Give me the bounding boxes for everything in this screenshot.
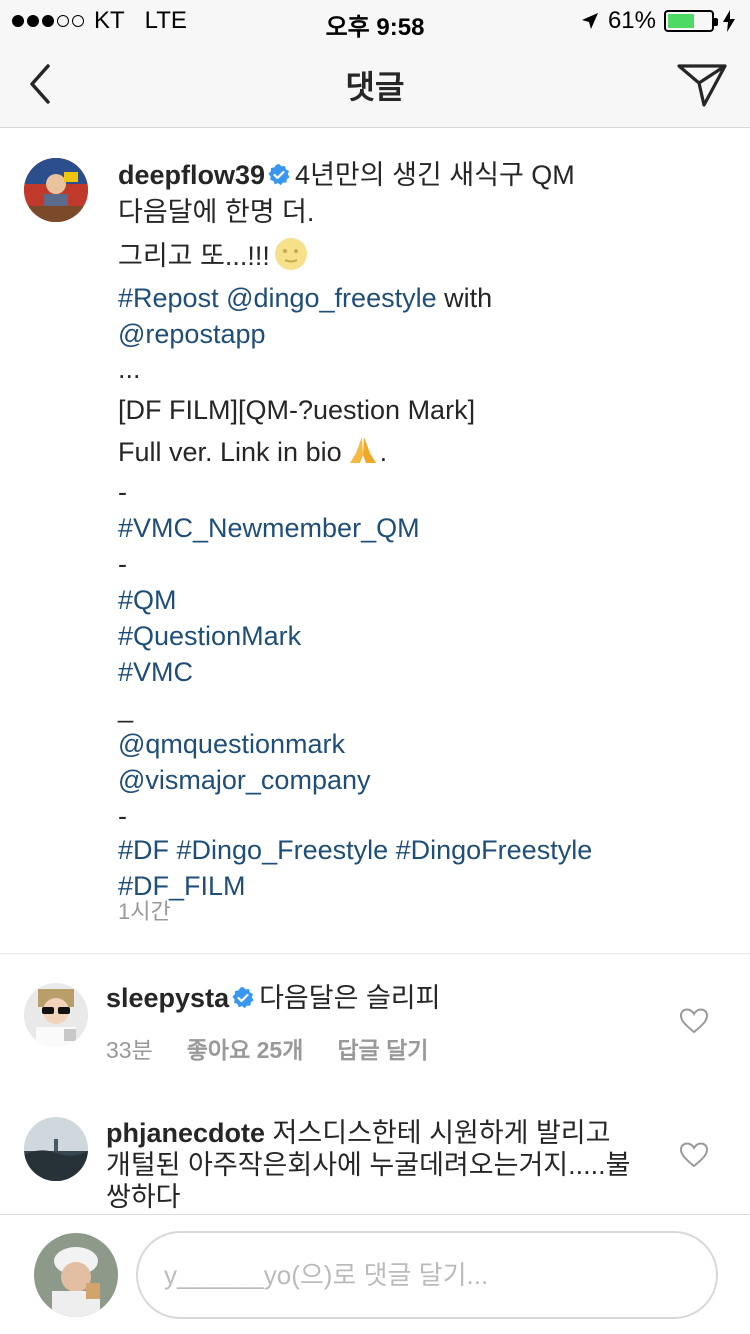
profile-photo-icon bbox=[24, 158, 88, 222]
caption-ellipsis: ... bbox=[118, 354, 141, 384]
comment-item: phjanecdote 저스디스한테 시원하게 발리고 개털된 아주작은회사에 … bbox=[0, 1090, 750, 1214]
caption-repostapp-mention[interactable]: @repostapp bbox=[118, 318, 718, 354]
profile-photo-icon bbox=[34, 1233, 118, 1317]
comment-text-line-3: 쌍하다 bbox=[106, 1182, 181, 1212]
caption-repost-tags[interactable]: #Repost @dingo_freestyle bbox=[118, 283, 437, 313]
caption-line-1: 4년만의 생긴 새식구 QM bbox=[295, 160, 575, 190]
share-button[interactable] bbox=[676, 60, 728, 110]
battery-percent: 61% bbox=[607, 7, 656, 34]
comment-item: sleepysta 다음달은 슬리피 33분 좋아요 25개 답글 달기 bbox=[0, 955, 750, 1085]
comment-username[interactable]: phjanecdote bbox=[106, 1118, 265, 1148]
battery-level bbox=[668, 14, 694, 28]
caption-mention-vismajor[interactable]: @vismajor_company bbox=[118, 762, 718, 798]
comment-meta: 33분 좋아요 25개 답글 달기 bbox=[106, 1031, 428, 1065]
comment-composer bbox=[0, 1214, 750, 1334]
avatar[interactable] bbox=[24, 1117, 88, 1181]
caption-tag-qm[interactable]: #QM bbox=[118, 582, 718, 618]
comment-username[interactable]: sleepysta bbox=[106, 983, 229, 1013]
comment-text-line-1: 저스디스한테 시원하게 발리고 bbox=[272, 1118, 611, 1148]
caption-tags-dingo[interactable]: #DF #Dingo_Freestyle #DingoFreestyle bbox=[118, 834, 718, 870]
verified-badge-icon bbox=[232, 987, 254, 1009]
caption-dash-2: - bbox=[118, 549, 127, 579]
verified-badge-icon bbox=[268, 164, 290, 186]
profile-photo-icon bbox=[24, 983, 88, 1047]
caption-dash-1: - bbox=[118, 477, 127, 507]
avatar[interactable] bbox=[24, 983, 88, 1047]
caption-tag-vmc[interactable]: #VMC bbox=[118, 654, 718, 690]
status-bar: KT LTE 오후 9:58 61% bbox=[0, 0, 750, 41]
comment-text-line-2: 개털된 아주작은회사에 누굴데려오는거지.....불 bbox=[106, 1150, 631, 1180]
caption-mention-qm[interactable]: @qmquestionmark bbox=[118, 726, 718, 762]
comment-input[interactable] bbox=[136, 1231, 718, 1319]
profile-photo-icon bbox=[24, 1117, 88, 1181]
caption-line-2: 다음달에 한명 더. bbox=[118, 197, 315, 227]
paper-plane-icon bbox=[677, 64, 727, 107]
location-arrow-icon bbox=[581, 13, 598, 29]
caption-full-ver: Full ver. Link in bio bbox=[118, 437, 342, 467]
caption-text: deepflow39 4년만의 생긴 새식구 QM 다음달에 한명 더. 그리고 … bbox=[118, 158, 718, 906]
folded-hands-emoji-icon bbox=[349, 437, 376, 463]
caption-dash-3: - bbox=[118, 801, 127, 831]
caption-with-text: with bbox=[436, 283, 493, 313]
heart-icon[interactable] bbox=[680, 1142, 708, 1168]
nav-bar: 댓글 bbox=[0, 40, 750, 128]
caption-tag-newmember[interactable]: #VMC_Newmember_QM bbox=[118, 510, 718, 546]
status-right: 61% bbox=[580, 7, 736, 35]
heart-icon[interactable] bbox=[680, 1008, 708, 1034]
caption-timestamp: 1시간 bbox=[118, 899, 171, 924]
caption-tag-questionmark[interactable]: #QuestionMark bbox=[118, 618, 718, 654]
caption-line-3: 그리고 또...!!! bbox=[118, 241, 270, 271]
comment-likes-count[interactable]: 좋아요 25개 bbox=[187, 1031, 304, 1065]
reply-button[interactable]: 답글 달기 bbox=[337, 1031, 428, 1065]
battery-icon bbox=[664, 10, 718, 32]
moon-face-emoji-icon bbox=[274, 238, 307, 270]
page-title: 댓글 bbox=[345, 69, 405, 105]
charging-bolt-icon bbox=[723, 10, 735, 32]
comment-text: 다음달은 슬리피 bbox=[259, 983, 441, 1013]
caption-tag-df-film[interactable]: #DF_FILM bbox=[118, 870, 718, 906]
post-caption: deepflow39 4년만의 생긴 새식구 QM 다음달에 한명 더. 그리고 … bbox=[0, 128, 750, 954]
caption-df-film: [DF FILM][QM-?uestion Mark] bbox=[118, 395, 476, 425]
avatar[interactable] bbox=[24, 158, 88, 222]
caption-username[interactable]: deepflow39 bbox=[118, 160, 265, 190]
caption-period: . bbox=[379, 437, 388, 467]
comment-timestamp: 33분 bbox=[106, 1037, 153, 1063]
avatar bbox=[34, 1233, 118, 1317]
caption-underscore: _ bbox=[118, 693, 134, 723]
